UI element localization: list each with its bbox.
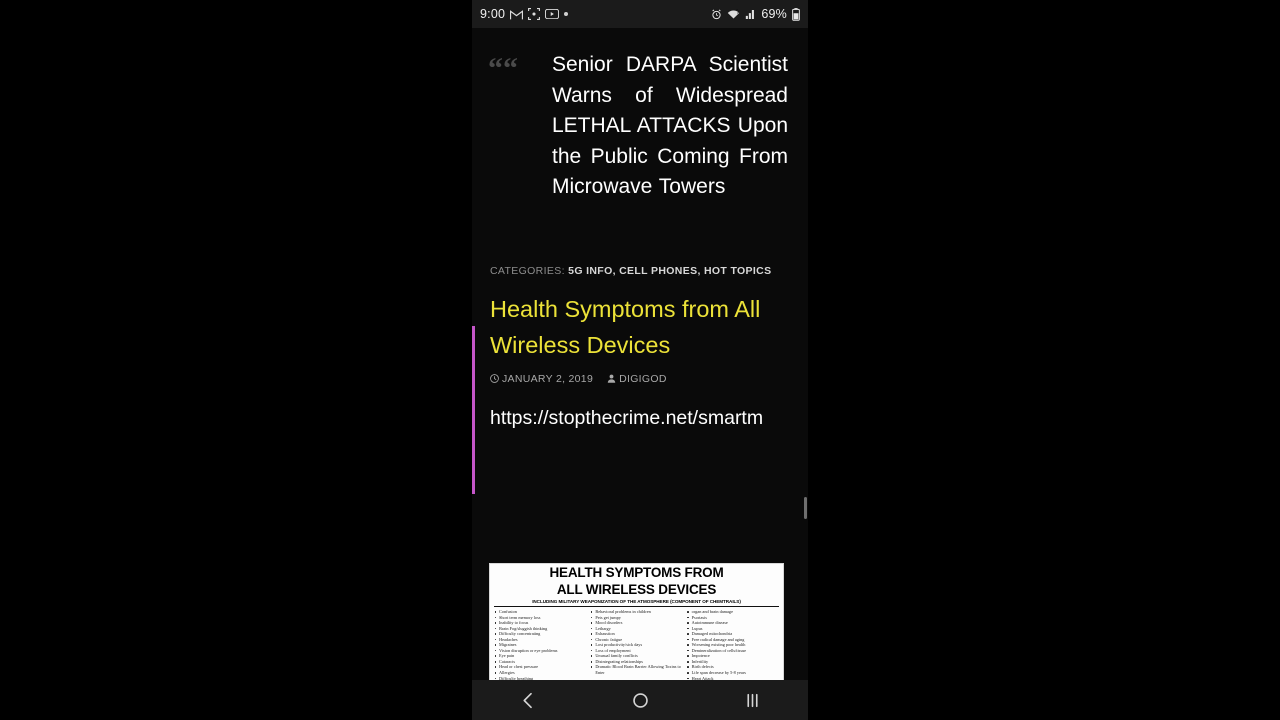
alarm-icon [711, 8, 722, 20]
blockquote-text: Senior DARPA Scientist Warns of Widespre… [552, 53, 788, 199]
screenshot-stage: 9:00 69% ““ Senior DARPA Scientist Warns… [0, 0, 1280, 720]
post-date-label: JANUARY 2, 2019 [502, 372, 594, 385]
status-clock: 9:00 [480, 7, 506, 21]
infographic-heading-line2: ALL WIRELESS DEVICES [556, 581, 717, 597]
recents-bars-icon [744, 692, 761, 709]
infographic-column-2: Behavioral problems in children Pets get … [590, 609, 682, 680]
home-circle-icon [632, 692, 649, 709]
status-bar-right: 69% [711, 7, 800, 21]
infographic-columns: Confusion Short term memory loss Inability… [490, 607, 783, 680]
blockquote: ““ Senior DARPA Scientist Warns of Wides… [472, 28, 808, 203]
quote-mark-icon: ““ [488, 52, 518, 85]
infographic-column-1: Confusion Short term memory loss Inability… [494, 609, 586, 680]
youtube-icon [545, 9, 560, 19]
post-meta: JANUARY 2, 2019 DIGIGOD [490, 373, 808, 385]
status-bar: 9:00 69% [472, 0, 808, 28]
wifi-icon [727, 8, 740, 20]
article-url[interactable]: https://stopthecrime.net/smartm [490, 407, 808, 430]
left-accent-bar [472, 326, 475, 494]
infographic-column-3: organ and brain damage Psoriasis Autoimmun… [687, 609, 779, 680]
category-links[interactable]: 5G INFO, CELL PHONES, HOT TOPICS [568, 265, 771, 277]
symptom-list-1: Confusion Short term memory loss Inability… [494, 609, 586, 680]
categories-label: CATEGORIES: [490, 264, 565, 277]
nav-home-button[interactable] [610, 680, 670, 720]
signal-bars-icon [745, 9, 756, 20]
infographic-heading-line1: HEALTH SYMPTOMS FROM [549, 565, 724, 580]
infographic-image[interactable]: HEALTH SYMPTOMS FROM ALL WIRELESS DEVICE… [489, 563, 784, 680]
scrollbar-thumb[interactable] [804, 497, 807, 519]
dot-indicator-icon [564, 12, 569, 16]
status-bar-left: 9:00 [480, 7, 569, 21]
categories-line: CATEGORIES: 5G INFO, CELL PHONES, HOT TO… [490, 265, 808, 277]
person-icon [607, 374, 616, 384]
battery-icon [792, 7, 800, 21]
back-chevron-icon [520, 692, 537, 709]
nav-recents-button[interactable] [722, 680, 782, 720]
clock-icon [490, 374, 499, 384]
infographic-subheading: INCLUDING MILITARY WEAPONIZATION OF THE … [532, 599, 741, 604]
photos-icon [528, 8, 541, 20]
symptom-list-3: organ and brain damage Psoriasis Autoimmun… [687, 609, 779, 680]
gmail-icon [510, 9, 524, 20]
nav-back-button[interactable] [498, 680, 558, 720]
post-date: JANUARY 2, 2019 [490, 373, 593, 385]
phone-screen: 9:00 69% ““ Senior DARPA Scientist Warns… [472, 0, 808, 720]
symptom-item: Dramatic Blood Brain Barrier Allowing To… [590, 664, 682, 675]
post-author: DIGIGOD [607, 373, 667, 385]
page-title[interactable]: Health Symptoms from All Wireless Device… [490, 291, 790, 363]
android-nav-bar [472, 680, 808, 720]
symptom-list-2: Behavioral problems in children Pets get … [590, 609, 682, 676]
battery-percent-label: 69% [761, 7, 787, 21]
post-author-label: DIGIGOD [619, 372, 667, 385]
article-content[interactable]: ““ Senior DARPA Scientist Warns of Wides… [472, 28, 808, 680]
